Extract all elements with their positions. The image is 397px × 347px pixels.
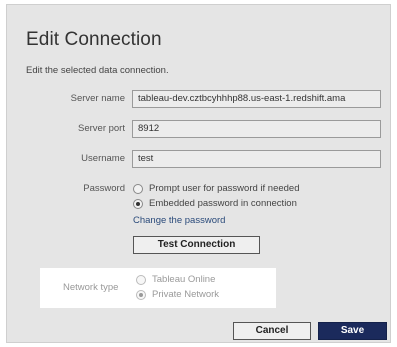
server-name-label: Server name xyxy=(70,93,125,104)
network-option-private-network[interactable]: Private Network xyxy=(136,288,219,301)
edit-connection-dialog: Edit Connection Edit the selected data c… xyxy=(6,4,391,343)
server-port-field[interactable]: 8912 xyxy=(132,120,381,138)
password-option-prompt[interactable]: Prompt user for password if needed xyxy=(133,182,300,195)
network-option-tableau-online[interactable]: Tableau Online xyxy=(136,273,215,286)
test-connection-button[interactable]: Test Connection xyxy=(133,236,260,254)
password-option-prompt-label: Prompt user for password if needed xyxy=(149,183,300,194)
username-field[interactable]: test xyxy=(132,150,381,168)
username-label: Username xyxy=(81,153,125,164)
password-option-embedded-label: Embedded password in connection xyxy=(149,198,297,209)
change-password-link[interactable]: Change the password xyxy=(133,215,225,226)
network-type-label: Network type xyxy=(63,282,119,293)
radio-unchecked-icon xyxy=(133,183,143,194)
password-label: Password xyxy=(83,183,125,194)
network-option-private-network-label: Private Network xyxy=(152,289,220,300)
server-name-field[interactable]: tableau-dev.cztbcyhhhp88.us-east-1.redsh… xyxy=(132,90,381,108)
save-button[interactable]: Save xyxy=(318,322,387,340)
dialog-title: Edit Connection xyxy=(26,29,162,50)
radio-checked-icon xyxy=(136,289,146,300)
server-port-label: Server port xyxy=(78,123,125,134)
network-type-section: Network type Tableau Online Private Netw… xyxy=(40,268,276,308)
radio-checked-icon xyxy=(133,198,143,209)
radio-unchecked-icon xyxy=(136,274,146,285)
password-option-embedded[interactable]: Embedded password in connection xyxy=(133,197,297,210)
dialog-subtitle: Edit the selected data connection. xyxy=(26,65,169,76)
network-option-tableau-online-label: Tableau Online xyxy=(152,274,216,285)
cancel-button[interactable]: Cancel xyxy=(233,322,311,340)
